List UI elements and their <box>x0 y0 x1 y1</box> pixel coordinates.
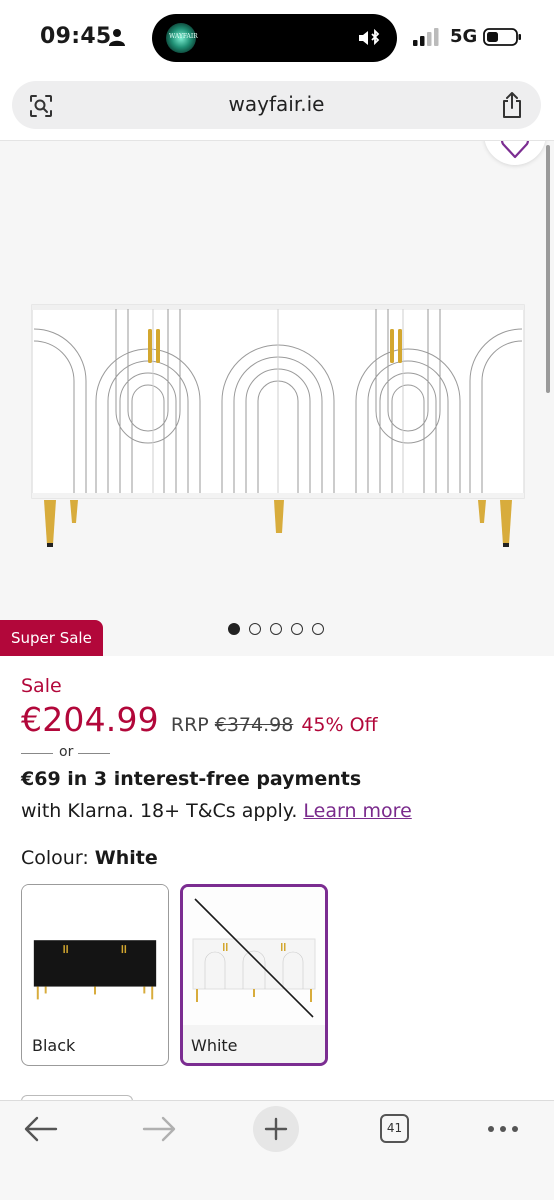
divider-line <box>78 753 110 754</box>
dynamic-island: WAYFAIR <box>152 14 397 62</box>
back-arrow-icon[interactable] <box>22 1113 60 1145</box>
plus-icon <box>264 1117 288 1141</box>
new-tab-button[interactable] <box>253 1106 299 1152</box>
colour-swatch-black[interactable]: Black <box>21 884 169 1066</box>
scroll-indicator <box>546 145 550 393</box>
favorite-button[interactable] <box>484 141 546 165</box>
white-sideboard-thumbnail <box>183 887 325 1027</box>
klarna-terms-text: with Klarna. 18+ T&Cs apply. Learn more <box>21 800 412 822</box>
or-text: or <box>59 744 74 760</box>
carousel-dot[interactable] <box>228 623 240 635</box>
super-sale-badge: Super Sale <box>0 620 103 656</box>
black-sideboard-thumbnail <box>22 885 168 1025</box>
carousel-dot[interactable] <box>312 623 324 635</box>
carousel-dot[interactable] <box>249 623 261 635</box>
learn-more-link[interactable]: Learn more <box>303 800 411 822</box>
sale-price: €204.99 <box>21 700 159 739</box>
person-icon <box>109 29 125 46</box>
selected-colour: White <box>94 847 158 869</box>
forward-arrow-icon[interactable] <box>140 1113 178 1145</box>
rrp-label: RRP <box>170 714 209 736</box>
rrp-value: €374.98 <box>214 714 294 736</box>
carousel-dot[interactable] <box>291 623 303 635</box>
colour-label: Colour: White <box>21 847 158 869</box>
colour-swatch-white[interactable]: White <box>180 884 328 1066</box>
browser-toolbar: 41 <box>0 1100 554 1200</box>
status-time: 09:45 <box>40 24 112 49</box>
url-text[interactable]: wayfair.ie <box>12 92 541 116</box>
address-bar[interactable]: wayfair.ie <box>12 81 541 129</box>
status-bar: 09:45 WAYFAIR 5G <box>0 0 554 76</box>
or-divider: or <box>21 744 111 762</box>
discount-percent: 45% Off <box>301 714 378 736</box>
carousel-dots <box>228 623 324 639</box>
tab-count-button[interactable]: 41 <box>380 1114 409 1143</box>
share-icon[interactable] <box>501 91 523 119</box>
price-row: €204.99 RRP €374.98 45% Off <box>21 700 378 739</box>
app-activity-icon: WAYFAIR <box>166 23 198 53</box>
klarna-payments-text: €69 in 3 interest-free payments <box>21 768 362 790</box>
battery-icon <box>483 28 521 46</box>
heart-icon <box>501 141 529 159</box>
sideboard-product-image <box>31 304 525 547</box>
divider-line <box>21 753 53 754</box>
swatch-label: Black <box>32 1036 76 1055</box>
carousel-dot[interactable] <box>270 623 282 635</box>
swatch-label: White <box>191 1036 238 1055</box>
more-options-icon[interactable] <box>486 1123 520 1135</box>
sale-label: Sale <box>21 675 62 697</box>
signal-strength-icon <box>413 28 439 46</box>
product-image-carousel[interactable]: Super Sale <box>0 141 554 656</box>
network-type: 5G <box>450 26 478 47</box>
bluetooth-audio-icon <box>359 28 380 46</box>
